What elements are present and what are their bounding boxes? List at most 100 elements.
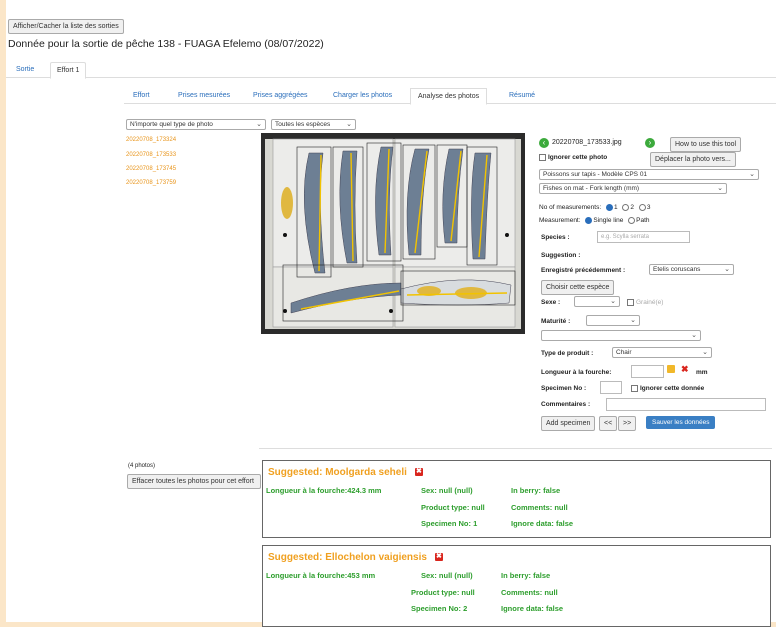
- suggestion-card-1: Suggested: Moolgarda seheli ✖ Longueur à …: [262, 460, 771, 538]
- photo-type-value: N'importe quel type de photo: [130, 121, 213, 128]
- chevron-down-icon: ⌄: [610, 298, 616, 305]
- card-ignore: Ignore data: false: [511, 519, 574, 528]
- nb-2-radio[interactable]: [622, 204, 630, 211]
- card-sex: Sex: null (null): [421, 486, 473, 495]
- delete-icon[interactable]: ✖: [434, 553, 443, 562]
- maturity-select[interactable]: ⌄: [586, 315, 640, 326]
- tab-sortie[interactable]: Sortie: [10, 62, 40, 77]
- ignore-photo-checkbox[interactable]: [539, 154, 546, 161]
- path-label: Path: [636, 217, 650, 225]
- product-select[interactable]: Chair ⌄: [612, 347, 712, 358]
- photo-link-3[interactable]: 20220708_173745: [126, 166, 176, 172]
- toggle-trips-button[interactable]: Afficher/Cacher la liste des sorties: [8, 19, 124, 34]
- add-specimen-button[interactable]: Add specimen: [541, 416, 596, 431]
- card-berry: In berry: false: [511, 486, 561, 495]
- measure-mode-value: Fishes on mat - Fork length (mm): [543, 185, 640, 192]
- card-berry: In berry: false: [501, 571, 551, 580]
- nb-measurements-label: No of measurements:: [539, 204, 602, 212]
- maturity-detail-select[interactable]: ⌄: [541, 330, 701, 341]
- nb-1-radio[interactable]: [605, 204, 613, 211]
- folder-icon[interactable]: [667, 365, 675, 373]
- photo-link-1[interactable]: 20220708_173324: [126, 137, 176, 143]
- fish-photo[interactable]: [261, 133, 525, 334]
- recorded-select[interactable]: Etelis coruscans ⌄: [649, 264, 734, 275]
- suggested-species: Suggested: Moolgarda seheli: [268, 467, 407, 478]
- model-select[interactable]: Poissons sur tapis - Modèle CPS 01 ⌄: [539, 169, 759, 180]
- ignore-photo-row: Ignorer cette photo: [539, 154, 607, 162]
- suggested-species: Suggested: Ellochelon vaigiensis: [268, 552, 427, 563]
- measurement-label: Measurement:: [539, 217, 581, 225]
- card-length: Longueur à la fourche:424.3 mm: [266, 486, 382, 495]
- chevron-down-icon: ⌄: [691, 332, 697, 339]
- fish-photo-illustration: [261, 133, 525, 334]
- ignore-data-checkbox[interactable]: [631, 385, 638, 392]
- specimen-input[interactable]: [600, 381, 622, 394]
- photo-type-select[interactable]: N'importe quel type de photo ⌄: [126, 119, 266, 130]
- nb-1-label: 1: [613, 204, 618, 212]
- species-placeholder: e.g. Scylla serrata: [601, 234, 650, 240]
- card-comments: Comments: null: [511, 503, 568, 512]
- species-label: Species :: [541, 234, 570, 241]
- chevron-down-icon: ⌄: [256, 121, 262, 128]
- maturity-label: Maturité :: [541, 318, 571, 325]
- next-photo-icon[interactable]: ›: [645, 138, 655, 148]
- choose-species-button[interactable]: Choisir cette espèce: [541, 280, 615, 295]
- card-product: Product type: null: [411, 588, 475, 597]
- suggested-species-row: Suggested: Moolgarda seheli ✖: [268, 467, 423, 478]
- tab-prises-mesurees[interactable]: Prises mesurées: [171, 88, 237, 103]
- fork-unit: mm: [696, 369, 708, 376]
- model-value: Poissons sur tapis - Modèle CPS 01: [543, 171, 648, 178]
- gravid-row: Grainé(e): [627, 299, 663, 307]
- recorded-value: Etelis coruscans: [653, 266, 701, 273]
- measurement-row: Measurement: Single line Path: [539, 217, 650, 225]
- tab-resume[interactable]: Résumé: [502, 88, 542, 103]
- save-data-button[interactable]: Sauver les données: [646, 416, 716, 429]
- chevron-down-icon: ⌄: [702, 349, 708, 356]
- chevron-down-icon: ⌄: [717, 185, 723, 192]
- card-product: Product type: null: [421, 503, 485, 512]
- photo-link-2[interactable]: 20220708_173533: [126, 152, 176, 158]
- suggestion-label: Suggestion :: [541, 252, 581, 259]
- suggested-species-row: Suggested: Ellochelon vaigiensis ✖: [268, 552, 443, 563]
- comments-input[interactable]: [606, 398, 766, 411]
- card-ignore: Ignore data: false: [501, 604, 564, 613]
- photo-link-4[interactable]: 20220708_173759: [126, 180, 176, 186]
- nb-2-label: 2: [630, 204, 635, 212]
- move-photo-button[interactable]: Déplacer la photo vers...: [650, 152, 736, 167]
- gravid-checkbox[interactable]: [627, 299, 634, 306]
- fork-length-label: Longueur à la fourche:: [541, 369, 612, 376]
- card-sex: Sex: null (null): [421, 571, 473, 580]
- chevron-down-icon: ⌄: [724, 266, 730, 273]
- tab-effort-1[interactable]: Effort 1: [50, 62, 87, 79]
- single-line-radio[interactable]: [585, 217, 593, 224]
- species-input[interactable]: e.g. Scylla serrata: [597, 231, 690, 243]
- single-line-label: Single line: [593, 217, 624, 225]
- card-specimen: Specimen No: 1: [421, 519, 478, 528]
- top-tab-line: [6, 77, 776, 78]
- tab-charger-photos[interactable]: Charger les photos: [326, 88, 399, 103]
- fork-length-input[interactable]: [631, 365, 664, 378]
- tab-analyse-photos[interactable]: Analyse des photos: [410, 88, 488, 105]
- current-photo-name: 20220708_173533.jpg: [552, 139, 622, 146]
- clear-photos-button[interactable]: Effacer toutes les photos pour cet effor…: [127, 474, 261, 489]
- tab-effort[interactable]: Effort: [126, 88, 157, 103]
- prev-photo-icon[interactable]: ‹: [539, 138, 549, 148]
- species-filter-select[interactable]: Toutes les espèces ⌄: [271, 119, 356, 130]
- chevron-down-icon: ⌄: [749, 171, 755, 178]
- nb-3-radio[interactable]: [638, 204, 646, 211]
- card-specimen: Specimen No: 2: [411, 604, 468, 613]
- delete-icon[interactable]: ✖: [414, 468, 423, 477]
- suggestion-card-2: Suggested: Ellochelon vaigiensis ✖ Longue…: [262, 545, 771, 627]
- clear-length-icon[interactable]: ✖: [681, 364, 689, 375]
- next-specimen-button[interactable]: >>: [618, 416, 637, 431]
- measure-mode-select[interactable]: Fishes on mat - Fork length (mm) ⌄: [539, 183, 727, 194]
- nb-3-label: 3: [646, 204, 651, 212]
- card-length: Longueur à la fourche:453 mm: [266, 571, 376, 580]
- chevron-down-icon: ⌄: [630, 317, 636, 324]
- recorded-label: Enregistré précédemment :: [541, 267, 626, 274]
- path-radio[interactable]: [628, 217, 636, 224]
- prev-specimen-button[interactable]: <<: [599, 416, 618, 431]
- how-to-button[interactable]: How to use this tool: [670, 137, 742, 152]
- tab-prises-aggregees[interactable]: Prises aggrégées: [246, 88, 314, 103]
- sex-select[interactable]: ⌄: [574, 296, 620, 307]
